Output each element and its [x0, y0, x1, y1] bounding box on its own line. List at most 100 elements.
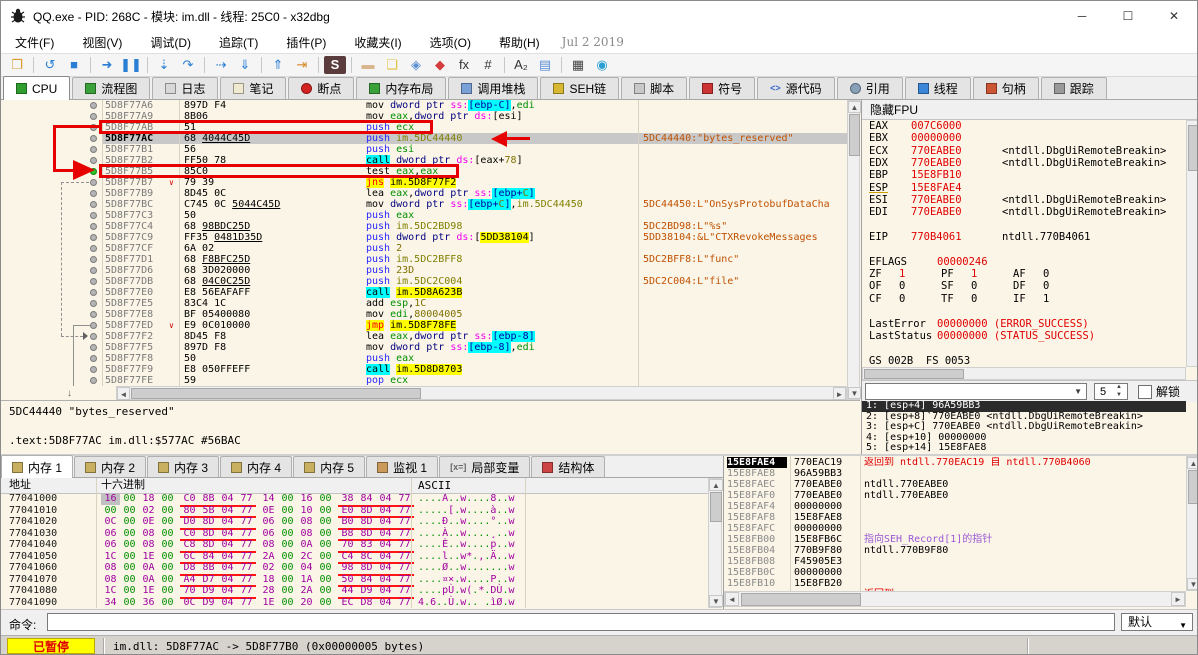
dump-row[interactable]: 77041000 16 00 18 00 C0 8B 04 77 14 00 16 00 38 84 04 77…	[1, 493, 708, 507]
instruction-dot[interactable]	[90, 322, 97, 329]
execute-till-return-icon[interactable]: ⇓	[234, 56, 256, 74]
register-line[interactable]: EBX 00000000	[862, 132, 1186, 144]
dump-tab-结构体[interactable]: 结构体	[531, 456, 606, 477]
disasm-row[interactable]: 5D8F77F2 8D45 F8 lea eax,dword ptr ss:[ebp…	[1, 331, 847, 342]
register-line[interactable]: EDX 770EABE0 <ntdll.DbgUiRemoteBreakin>	[862, 157, 1186, 169]
register-line[interactable]: ESI 770EABE0 <ntdll.DbgUiRemoteBreakin>	[862, 194, 1186, 206]
dump-tab-监视 1[interactable]: 监视 1	[366, 456, 439, 477]
stack-vscrollbar[interactable]: ▲ ▼	[1186, 456, 1197, 591]
disasm-row[interactable]: 5D8F77C3 50 push eax	[1, 210, 847, 221]
registers-hscrollbar[interactable]	[862, 367, 1186, 380]
maximize-button[interactable]: ☐	[1105, 1, 1151, 31]
dump-row[interactable]: 77041050 1C 00 1E 00 6C 84 04 77 2A 00 2C 00 C4 8C 04 77…	[1, 551, 708, 564]
menu-item-追踪(T)[interactable]: 追踪(T)	[205, 34, 272, 51]
bookmark-icon[interactable]: ◆	[429, 56, 451, 74]
stack-hscrollbar[interactable]: ◄ ►	[724, 591, 1186, 607]
dump-vscrollbar[interactable]: ▲ ▼	[708, 478, 723, 608]
disasm-row[interactable]: 5D8F77E0 E8 56EAFAFF call im.5D8A623B	[1, 287, 847, 298]
seh-badge-icon[interactable]: S	[324, 56, 346, 74]
disasm-row[interactable]: 5D8F77B9 8D45 0C lea eax,dword ptr ss:[ebp…	[1, 188, 847, 199]
instruction-dot[interactable]	[90, 212, 97, 219]
disasm-row[interactable]: 5D8F77FE 59 pop ecx	[1, 375, 847, 386]
disasm-row[interactable]: 5D8F77F5 897D F8 mov dword ptr ss:[ebp-8],…	[1, 342, 847, 353]
disasm-row[interactable]: 5D8F77C9 FF35 0481D35D push dword ptr ds:[…	[1, 232, 847, 243]
menu-item-调试(D)[interactable]: 调试(D)	[136, 34, 205, 51]
disasm-row[interactable]: 5D8F77E8 BF 05400080 mov edi,80004005	[1, 309, 847, 320]
function-icon[interactable]: fx	[453, 56, 475, 74]
disasm-row[interactable]: 5D8F77D1 68 F8BFC25D push im.5DC2BFF8 5DC2B…	[1, 254, 847, 265]
disassembly-vscrollbar[interactable]: ▲ ▼	[847, 100, 861, 400]
tab-调用堆栈[interactable]: 调用堆栈	[448, 77, 539, 99]
step-out-icon[interactable]: ⇑	[267, 56, 289, 74]
instruction-dot[interactable]	[90, 179, 97, 186]
disasm-row[interactable]: 5D8F77A6 897D F4 mov dword ptr ss:[ebp-C],…	[1, 100, 847, 111]
run-to-user-code-icon[interactable]: ⇥	[291, 56, 313, 74]
register-line[interactable]: ECX 770EABE0 <ntdll.DbgUiRemoteBreakin>	[862, 145, 1186, 157]
flag-ZF[interactable]: ZF 1	[869, 268, 941, 280]
dump-tab-内存 2[interactable]: 内存 2	[74, 456, 147, 477]
disasm-row[interactable]: 5D8F77DB 68 04C0C25D push im.5DC2C004 5DC2C…	[1, 276, 847, 287]
pause-icon[interactable]: ❚❚	[120, 56, 142, 74]
disasm-row[interactable]: 5D8F77E5 83C4 1C add esp,1C	[1, 298, 847, 309]
run-to-cursor-icon[interactable]: ⇢	[210, 56, 232, 74]
instruction-dot[interactable]	[90, 201, 97, 208]
register-line[interactable]: EDI 770EABE0 <ntdll.DbgUiRemoteBreakin>	[862, 206, 1186, 218]
stack-row[interactable]: 15E8FAE8 96A59BB3	[724, 468, 1186, 479]
instruction-dot[interactable]	[90, 278, 97, 285]
stack-row[interactable]: 15E8FAFC 00000000	[724, 523, 1186, 534]
register-line[interactable]: EIP 770B4061 ntdll.770B4061	[862, 231, 1186, 243]
run-icon[interactable]: ➜	[96, 56, 118, 74]
flag-TF[interactable]: TF 0	[941, 293, 1013, 305]
instruction-dot[interactable]	[90, 289, 97, 296]
instruction-dot[interactable]	[90, 366, 97, 373]
menu-item-收藏夹(I)[interactable]: 收藏夹(I)	[340, 34, 415, 51]
instruction-dot[interactable]	[90, 146, 97, 153]
flag-PF[interactable]: PF 1	[941, 268, 1013, 280]
calling-convention-select[interactable]: 默认 (stdcall) ▼	[865, 383, 1087, 414]
instruction-dot[interactable]	[90, 190, 97, 197]
menu-item-视图(V)[interactable]: 视图(V)	[68, 34, 136, 51]
stack-row[interactable]: 15E8FAF4 00000000	[724, 501, 1186, 512]
register-line[interactable]: EBP 15E8FB10	[862, 169, 1186, 181]
instruction-dot[interactable]	[90, 102, 97, 109]
stack-row[interactable]: 15E8FB0C 00000000	[724, 567, 1186, 578]
dump-row[interactable]: 77041070 08 00 0A 00 A4 D7 04 77 18 00 1A 00 50 84 04 77…	[1, 574, 708, 587]
tab-脚本[interactable]: 脚本	[621, 77, 688, 99]
disasm-row[interactable]: 5D8F77D6 68 3D020000 push 23D	[1, 265, 847, 276]
flag-IF[interactable]: IF 1	[1013, 293, 1085, 305]
dump-row[interactable]: 77041010 00 00 02 00 80 5B 04 77 0E 00 10 00 E0 8D 04 77…	[1, 505, 708, 518]
instruction-dot[interactable]	[90, 267, 97, 274]
registers-vscrollbar[interactable]	[1186, 120, 1197, 367]
label-icon[interactable]: ◈	[405, 56, 427, 74]
tab-断点[interactable]: 断点	[288, 77, 355, 99]
menu-item-插件(P)[interactable]: 插件(P)	[272, 34, 340, 51]
minimize-button[interactable]: ─	[1059, 1, 1105, 31]
disasm-row[interactable]: 5D8F77BC C745 0C 5044C45D mov dword ptr ss…	[1, 199, 847, 210]
stack-row[interactable]: 15E8FB04 770B9F80 ntdll.770B9F80	[724, 545, 1186, 556]
argument-row[interactable]: 5: [esp+14] 15E8FAE8	[862, 443, 1186, 454]
instruction-dot[interactable]	[90, 355, 97, 362]
menu-item-帮助(H)[interactable]: 帮助(H)	[485, 34, 554, 51]
comment-icon[interactable]: ❏	[381, 56, 403, 74]
arg-count-spinner[interactable]: 5 ▲ ▼	[1094, 383, 1128, 400]
tab-符号[interactable]: 符号	[689, 77, 756, 99]
dump-tab-内存 5[interactable]: 内存 5	[293, 456, 366, 477]
tab-日志[interactable]: 日志	[152, 77, 219, 99]
instruction-dot[interactable]	[90, 234, 97, 241]
stack-row[interactable]: 15E8FAE4 770EAC19 返回到 ntdll.770EAC19 自 ntd…	[724, 457, 1186, 468]
close-button[interactable]: ✕	[1151, 1, 1197, 31]
instruction-dot[interactable]	[90, 223, 97, 230]
dump-tab-内存 4[interactable]: 内存 4	[220, 456, 293, 477]
disasm-row[interactable]: 5D8F77ED ∨ E9 0C010000 jmp im.5D8F78FE	[1, 320, 847, 331]
dump-row[interactable]: 77041080 1C 00 1E 00 70 D9 04 77 28 00 2A 00 44 D9 04 77…	[1, 585, 708, 599]
dump-tab-内存 1[interactable]: 内存 1	[1, 455, 74, 478]
flag-AF[interactable]: AF 0	[1013, 268, 1085, 280]
stop-icon[interactable]: ■	[63, 56, 85, 74]
tab-笔记[interactable]: 笔记	[220, 77, 287, 99]
restart-icon[interactable]: ↺	[39, 56, 61, 74]
tab-SEH链[interactable]: SEH链	[540, 77, 620, 99]
stack-row[interactable]: 15E8FAF8 15E8FAE8	[724, 512, 1186, 523]
tab-跟踪[interactable]: 跟踪	[1040, 77, 1107, 99]
patch-icon[interactable]: ▬	[357, 56, 379, 74]
instruction-dot[interactable]	[90, 245, 97, 252]
